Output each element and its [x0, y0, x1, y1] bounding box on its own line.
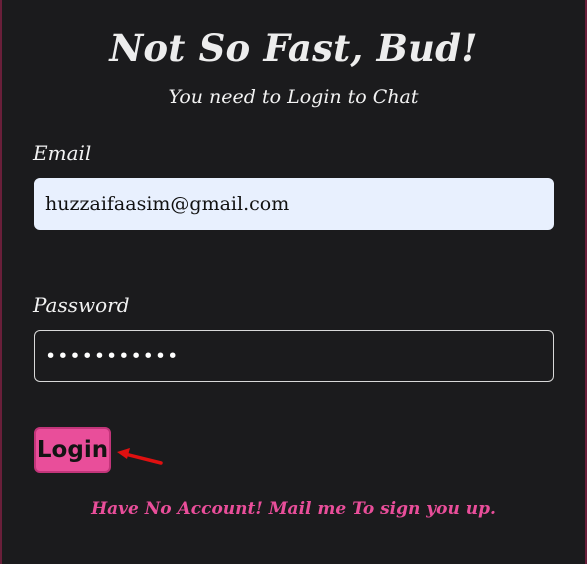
email-label: Email [33, 141, 92, 165]
signup-link[interactable]: Have No Account! Mail me To sign you up. [2, 499, 585, 519]
login-button[interactable]: Login [34, 427, 111, 473]
login-panel: Not So Fast, Bud! You need to Login to C… [0, 0, 587, 564]
password-label: Password [33, 293, 130, 317]
page-title: Not So Fast, Bud! [109, 26, 478, 70]
email-input[interactable] [34, 178, 554, 230]
arrow-icon [117, 448, 163, 465]
page-subtitle: You need to Login to Chat [168, 86, 419, 108]
password-input[interactable] [34, 330, 554, 382]
